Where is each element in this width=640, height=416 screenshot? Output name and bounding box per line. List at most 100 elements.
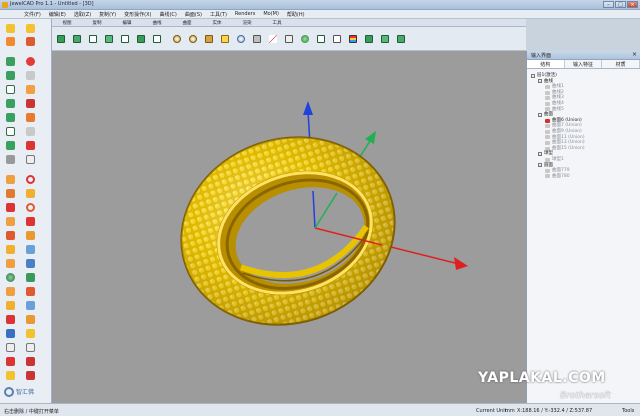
eye-icon[interactable] bbox=[545, 101, 550, 106]
blend-icon[interactable] bbox=[6, 301, 15, 310]
box-icon[interactable] bbox=[333, 35, 341, 43]
boolean-icon[interactable] bbox=[26, 301, 35, 310]
layout-split-icon[interactable] bbox=[365, 35, 373, 43]
eye-icon[interactable] bbox=[545, 140, 550, 145]
view-iso-icon[interactable] bbox=[153, 35, 161, 43]
tab-render[interactable]: 渲染 bbox=[232, 19, 262, 26]
eye-icon[interactable] bbox=[545, 129, 550, 134]
gear-settings-icon[interactable] bbox=[6, 155, 15, 164]
eye-icon[interactable] bbox=[545, 135, 550, 140]
menu-mo[interactable]: Mo(M) bbox=[259, 10, 283, 18]
tab-view[interactable]: 视图 bbox=[52, 19, 82, 26]
arc-icon[interactable] bbox=[6, 189, 15, 198]
menu-renders[interactable]: Renders bbox=[231, 10, 259, 18]
close-icon[interactable]: × bbox=[632, 51, 637, 58]
cone-icon[interactable] bbox=[26, 287, 35, 296]
flip-icon[interactable] bbox=[26, 155, 35, 164]
close-button[interactable]: × bbox=[627, 1, 638, 8]
eye-icon[interactable] bbox=[545, 107, 550, 112]
axis-view-icon[interactable] bbox=[269, 35, 277, 43]
eye-icon[interactable] bbox=[545, 124, 550, 129]
cube-front-icon[interactable] bbox=[6, 57, 15, 66]
menu-edit[interactable]: 编辑(E) bbox=[45, 10, 70, 18]
cylinder-icon[interactable] bbox=[26, 273, 35, 282]
tab-curve[interactable]: 曲线 bbox=[142, 19, 172, 26]
eye-icon[interactable] bbox=[545, 157, 550, 162]
cube-top-icon[interactable] bbox=[6, 71, 15, 80]
menu-tools[interactable]: 工具(T) bbox=[206, 10, 231, 18]
tab-input-features[interactable]: 输入特征 bbox=[565, 60, 603, 68]
stone-setting-icon[interactable] bbox=[26, 329, 35, 338]
tools-label[interactable]: Tools bbox=[622, 408, 634, 414]
3d-viewport[interactable] bbox=[52, 51, 526, 403]
menu-deform[interactable]: 变形操作(X) bbox=[120, 10, 155, 18]
cube-bottom-icon[interactable] bbox=[6, 141, 15, 150]
eye-icon[interactable] bbox=[545, 146, 550, 151]
zoom-out-icon[interactable] bbox=[189, 35, 197, 43]
cube-outline-icon[interactable] bbox=[6, 85, 15, 94]
menu-copy[interactable]: 复制(Y) bbox=[95, 10, 120, 18]
view-bottom-icon[interactable] bbox=[137, 35, 145, 43]
menu-file[interactable]: 文件(F) bbox=[20, 10, 45, 18]
select-remove-icon[interactable] bbox=[26, 37, 35, 46]
weight-icon[interactable] bbox=[6, 357, 15, 366]
cube-side-icon[interactable] bbox=[6, 99, 15, 108]
extrude-icon[interactable] bbox=[26, 245, 35, 254]
circle-curve-icon[interactable] bbox=[26, 175, 35, 184]
s-curve-icon[interactable] bbox=[26, 57, 35, 66]
tab-solid[interactable]: 实体 bbox=[202, 19, 232, 26]
layer-icon[interactable] bbox=[6, 329, 15, 338]
tab-edit[interactable]: 编辑 bbox=[112, 19, 142, 26]
wireframe-icon[interactable] bbox=[317, 35, 325, 43]
eye-icon[interactable] bbox=[545, 174, 550, 179]
mirror-icon[interactable] bbox=[26, 71, 35, 80]
offset-curve-icon[interactable] bbox=[6, 217, 15, 226]
layout-single-icon[interactable] bbox=[397, 35, 405, 43]
polyline-icon[interactable] bbox=[6, 203, 15, 212]
maximize-button[interactable]: □ bbox=[615, 1, 626, 8]
minimize-button[interactable]: – bbox=[603, 1, 614, 8]
surface-tool-icon[interactable] bbox=[6, 245, 15, 254]
shaded-sphere-icon[interactable] bbox=[301, 35, 309, 43]
select-add-icon[interactable] bbox=[6, 37, 15, 46]
view-top-icon[interactable] bbox=[89, 35, 97, 43]
tab-tools[interactable]: 工具 bbox=[262, 19, 292, 26]
expand-toggle-icon[interactable]: - bbox=[538, 163, 542, 168]
expand-toggle-icon[interactable]: - bbox=[538, 112, 542, 117]
spline-icon[interactable] bbox=[26, 189, 35, 198]
eye-icon[interactable] bbox=[545, 84, 550, 89]
curve-tool-icon[interactable] bbox=[6, 175, 15, 184]
zoom-window-icon[interactable] bbox=[205, 35, 213, 43]
view-cube-icon[interactable] bbox=[57, 35, 65, 43]
gem-icon[interactable] bbox=[6, 315, 15, 324]
tab-structure[interactable]: 结构 bbox=[527, 60, 565, 68]
tab-material[interactable]: 材质 bbox=[602, 60, 640, 68]
eye-icon[interactable] bbox=[545, 96, 550, 101]
grid-icon[interactable] bbox=[285, 35, 293, 43]
render-preview-icon[interactable] bbox=[6, 371, 15, 380]
join-icon[interactable] bbox=[26, 231, 35, 240]
expand-toggle-icon[interactable]: - bbox=[538, 79, 542, 84]
zoom-fit-icon[interactable] bbox=[221, 35, 229, 43]
rotate-view-icon[interactable] bbox=[237, 35, 245, 43]
sphere-icon[interactable] bbox=[6, 273, 15, 282]
view-side-icon[interactable] bbox=[105, 35, 113, 43]
expand-toggle-icon[interactable]: - bbox=[531, 73, 535, 78]
prong-icon[interactable] bbox=[26, 315, 35, 324]
eye-icon[interactable] bbox=[545, 168, 550, 173]
sweep-icon[interactable] bbox=[26, 259, 35, 268]
spiral-icon[interactable] bbox=[26, 217, 35, 226]
tree-item[interactable]: 曲面780 bbox=[531, 174, 585, 180]
extend-icon[interactable] bbox=[6, 231, 15, 240]
menu-help[interactable]: 帮助(H) bbox=[283, 10, 309, 18]
pan-view-icon[interactable] bbox=[253, 35, 261, 43]
measure-icon[interactable] bbox=[6, 343, 15, 352]
menu-curve[interactable]: 曲线(C) bbox=[155, 10, 180, 18]
bend-icon[interactable] bbox=[26, 85, 35, 94]
scale-icon[interactable] bbox=[26, 141, 35, 150]
select-point-icon[interactable] bbox=[26, 24, 35, 33]
eye-icon[interactable] bbox=[545, 118, 550, 123]
twist-icon[interactable] bbox=[26, 99, 35, 108]
dimension-icon[interactable] bbox=[26, 343, 35, 352]
menu-surface[interactable]: 曲面(S) bbox=[181, 10, 206, 18]
